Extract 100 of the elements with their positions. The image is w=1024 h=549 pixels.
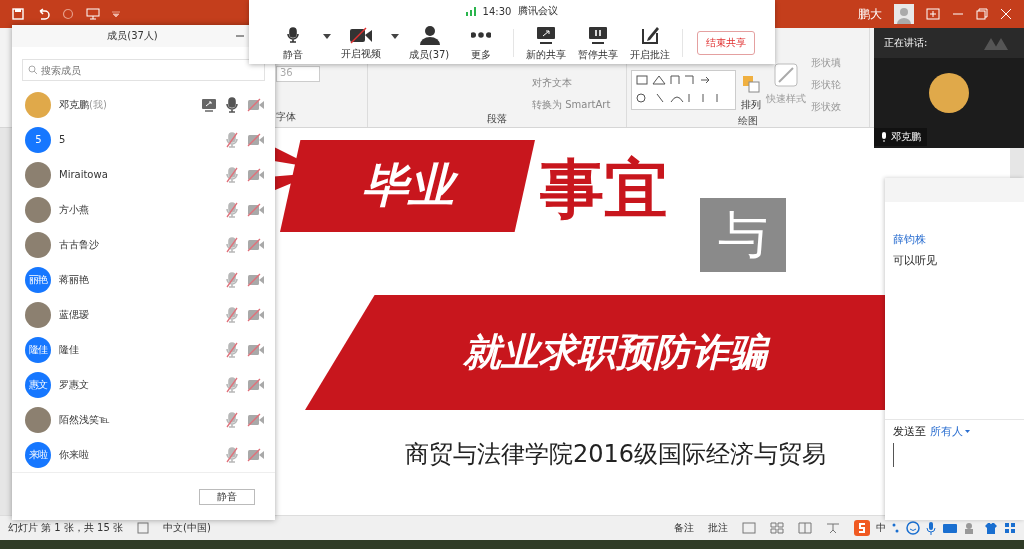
language-status[interactable]: 中文(中国) [163, 521, 211, 535]
camera-off-icon[interactable] [247, 97, 265, 112]
speaker-name: 邓克鹏 [891, 130, 921, 144]
camera-off-icon[interactable] [247, 202, 265, 217]
member-name: 邓克鹏 [59, 98, 89, 110]
muted-mic-icon[interactable] [225, 376, 239, 393]
member-name: 蒋丽艳 [59, 272, 90, 287]
photo-placeholder [25, 301, 51, 328]
muted-mic-icon[interactable] [225, 341, 239, 358]
member-row[interactable]: 隆佳 隆佳 [12, 332, 275, 367]
new-share-button[interactable]: 新的共享 [520, 24, 572, 62]
muted-mic-icon[interactable] [225, 236, 239, 253]
caret-icon[interactable] [391, 33, 399, 39]
search-field[interactable]: 搜索成员 [22, 59, 265, 81]
people-icon [418, 24, 440, 45]
mic-icon [880, 132, 888, 142]
user-name: 鹏大 [858, 5, 882, 23]
member-tag: (我) [89, 98, 107, 110]
member-name: 古古鲁沙 [59, 237, 100, 252]
member-row[interactable]: 邓克鹏(我) [12, 87, 275, 122]
camera-off-icon[interactable] [247, 377, 265, 392]
member-row[interactable]: 方小燕 [12, 192, 275, 227]
more-button[interactable]: 更多 [455, 24, 507, 62]
emoji-icon[interactable] [906, 521, 920, 535]
muted-mic-icon[interactable] [225, 446, 239, 463]
restore-icon[interactable] [976, 8, 988, 20]
comments-button[interactable]: 批注 [708, 521, 728, 535]
muted-mic-icon[interactable] [225, 131, 239, 148]
member-row[interactable]: 丽艳 蒋丽艳 [12, 262, 275, 297]
caret-icon[interactable] [323, 33, 331, 39]
member-row[interactable]: 5 5 [12, 122, 275, 157]
camera-off-icon[interactable] [247, 272, 265, 287]
keyboard-icon[interactable] [942, 522, 958, 534]
camera-off-icon[interactable] [247, 412, 265, 427]
member-name: 隆佳 [59, 342, 80, 357]
camera-off-icon[interactable] [247, 167, 265, 182]
member-name: 你来啦 [59, 447, 90, 462]
mic-icon[interactable] [225, 96, 239, 113]
quick-styles-icon[interactable] [773, 62, 799, 88]
avatar: 惠文 [25, 371, 51, 398]
member-row[interactable]: 蓝偲瑷 [12, 297, 275, 332]
photo-placeholder [25, 406, 51, 433]
punctuation-icon[interactable] [892, 522, 900, 534]
ime-mode[interactable]: 中 [876, 521, 886, 535]
shirt-icon[interactable] [984, 522, 998, 534]
member-row[interactable]: Miraitowa [12, 157, 275, 192]
notes-button[interactable]: 备注 [674, 521, 694, 535]
arrange-icon[interactable] [741, 74, 761, 94]
camera-off-icon [349, 25, 373, 44]
muted-mic-icon[interactable] [225, 271, 239, 288]
camera-off-icon[interactable] [247, 307, 265, 322]
slide-title: 与 [700, 198, 786, 272]
muted-mic-icon[interactable] [225, 201, 239, 218]
mic-button[interactable]: 静音 [267, 24, 319, 62]
recipient-dropdown[interactable]: 所有人 [930, 424, 970, 439]
muted-mic-icon[interactable] [225, 306, 239, 323]
app-title: 腾讯会议 [518, 4, 559, 18]
member-row[interactable]: 陌然浅笑℡ [12, 402, 275, 437]
reading-view-icon[interactable] [798, 522, 812, 534]
member-row[interactable]: 惠文 罗惠文 [12, 367, 275, 402]
annotate-button[interactable]: 开启批注 [624, 24, 676, 62]
avatar: 5 [25, 126, 51, 153]
member-row[interactable]: 来啦 你来啦 [12, 437, 275, 472]
close-icon[interactable] [1000, 8, 1012, 20]
photo-placeholder [25, 161, 51, 188]
camera-off-icon[interactable] [247, 447, 265, 462]
camera-off-icon[interactable] [247, 342, 265, 357]
avatar: 来啦 [25, 441, 51, 468]
members-button[interactable]: 成员(37) [403, 24, 455, 62]
undo-icon[interactable] [36, 8, 50, 20]
ribbon-display-icon[interactable] [926, 8, 940, 20]
photo-placeholder [25, 231, 51, 258]
panel-title: 成员(37人) [106, 29, 159, 43]
pause-button[interactable]: 暂停共享 [572, 24, 624, 62]
avatar-icon[interactable] [894, 4, 914, 24]
slide-sorter-icon[interactable] [770, 522, 784, 534]
avatar: 丽艳 [25, 266, 51, 293]
shapes-gallery-icon[interactable] [631, 70, 736, 110]
photo-placeholder [25, 91, 51, 118]
save-icon[interactable] [12, 8, 24, 20]
group-label: 字体 [275, 110, 297, 124]
grid-icon[interactable] [1004, 522, 1016, 534]
normal-view-icon[interactable] [742, 522, 756, 534]
mic-icon [285, 24, 301, 45]
slide-title: 毕业 [351, 158, 464, 214]
redo-icon[interactable] [62, 8, 74, 20]
muted-mic-icon[interactable] [225, 411, 239, 428]
camera-off-icon[interactable] [247, 132, 265, 147]
photo-placeholder [929, 73, 969, 113]
member-row[interactable]: 古古鲁沙 [12, 227, 275, 262]
video-button[interactable]: 开启视频 [335, 25, 387, 61]
camera-off-icon[interactable] [247, 237, 265, 252]
ime-logo-icon[interactable] [854, 520, 870, 536]
mute-all-button[interactable]: 静音 [199, 489, 255, 505]
end-share-button[interactable]: 结束共享 [697, 31, 755, 55]
arrange-button[interactable]: 排列 [741, 98, 761, 112]
search-icon [28, 65, 38, 75]
dropdown-icon[interactable] [112, 11, 120, 17]
muted-mic-icon[interactable] [225, 166, 239, 183]
microphone-icon[interactable] [926, 521, 936, 535]
